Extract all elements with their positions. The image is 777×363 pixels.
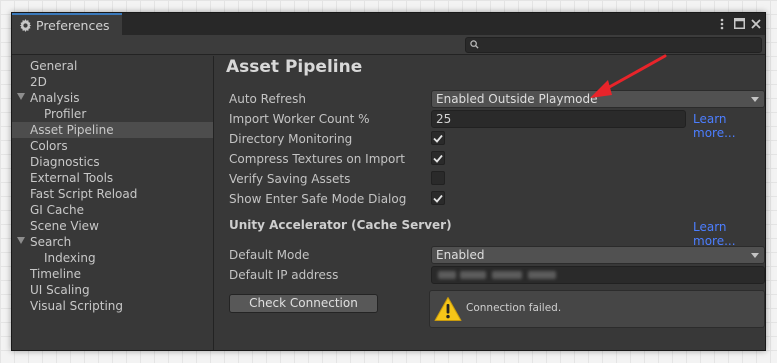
sidebar-item-label: Colors (30, 139, 68, 153)
sidebar-item-profiler[interactable]: Profiler (12, 106, 213, 122)
default-mode-label: Default Mode (229, 248, 310, 262)
safe-mode-dialog-checkbox[interactable] (431, 191, 445, 205)
redacted-text (438, 271, 456, 279)
warning-icon (434, 296, 462, 322)
compress-textures-checkbox[interactable] (431, 151, 445, 165)
sidebar-item-timeline[interactable]: Timeline (12, 266, 213, 282)
auto-refresh-dropdown[interactable]: Enabled Outside Playmode (431, 90, 765, 108)
search-input[interactable] (465, 37, 762, 53)
sidebar-item-label: Analysis (30, 91, 80, 105)
menu-dots-icon[interactable] (716, 17, 728, 30)
import-worker-label: Import Worker Count % (229, 112, 370, 126)
sidebar-item-colors[interactable]: Colors (12, 138, 213, 154)
settings-panel: Asset Pipeline Auto Refresh Enabled Outs… (215, 56, 765, 350)
directory-monitoring-checkbox[interactable] (431, 131, 445, 145)
sidebar-item-label: General (30, 59, 78, 73)
checkmark-icon (433, 154, 443, 163)
sidebar-item-fast-script-reload[interactable]: Fast Script Reload (12, 186, 213, 202)
preferences-window: Preferences General 2D Analysis Profiler… (11, 12, 766, 351)
redacted-text (492, 271, 522, 279)
sidebar-item-label: UI Scaling (30, 283, 90, 297)
directory-monitoring-label: Directory Monitoring (229, 132, 353, 146)
safe-mode-dialog-label: Show Enter Safe Mode Dialog (229, 192, 407, 206)
checkmark-icon (433, 194, 443, 203)
tab-label: Preferences (36, 17, 110, 33)
checkmark-icon (433, 134, 443, 143)
sidebar-item-scene-view[interactable]: Scene View (12, 218, 213, 234)
accelerator-learn-more-link[interactable]: Learn more... (693, 220, 765, 248)
gear-icon (19, 18, 32, 32)
search-icon (470, 38, 479, 52)
sidebar-item-asset-pipeline[interactable]: Asset Pipeline (12, 122, 213, 138)
import-worker-value: 25 (436, 112, 452, 126)
default-ip-label: Default IP address (229, 268, 339, 282)
sidebar-item-label: Search (30, 235, 72, 249)
sidebar-item-external-tools[interactable]: External Tools (12, 170, 213, 186)
verify-saving-label: Verify Saving Assets (229, 172, 351, 186)
expand-arrow-icon[interactable] (17, 93, 25, 100)
sidebar-item-label: 2D (30, 75, 47, 89)
redacted-text (528, 271, 556, 279)
chevron-down-icon (751, 97, 759, 102)
learn-more-link[interactable]: Learn more... (693, 112, 765, 140)
default-mode-dropdown[interactable]: Enabled (431, 246, 765, 264)
sidebar-item-label: Timeline (30, 267, 82, 281)
status-helpbox: Connection failed. (429, 290, 765, 328)
sidebar-item-label: Asset Pipeline (30, 123, 114, 137)
sidebar-item-diagnostics[interactable]: Diagnostics (12, 154, 213, 170)
sidebar-item-2d[interactable]: 2D (12, 74, 213, 90)
sidebar-item-label: GI Cache (30, 203, 84, 217)
compress-textures-label: Compress Textures on Import (229, 152, 405, 166)
window-buttons (716, 17, 762, 30)
sidebar-item-label: Fast Script Reload (30, 187, 138, 201)
toolbar (12, 35, 765, 55)
import-worker-field[interactable]: 25 (431, 110, 686, 128)
default-ip-field[interactable] (431, 266, 765, 284)
verify-saving-checkbox[interactable] (431, 171, 445, 185)
redacted-text (460, 271, 486, 279)
expand-arrow-icon[interactable] (17, 237, 25, 244)
chevron-down-icon (751, 253, 759, 258)
sidebar-item-label: Diagnostics (30, 155, 100, 169)
sidebar-item-label: Profiler (44, 107, 87, 121)
maximize-icon[interactable] (733, 17, 745, 30)
sidebar-item-indexing[interactable]: Indexing (12, 250, 213, 266)
sidebar-item-search[interactable]: Search (12, 234, 213, 250)
sidebar-item-analysis[interactable]: Analysis (12, 90, 213, 106)
close-icon[interactable] (750, 17, 762, 30)
check-connection-button[interactable]: Check Connection (229, 294, 378, 313)
sidebar-item-visual-scripting[interactable]: Visual Scripting (12, 298, 213, 314)
tab-bar: Preferences (12, 13, 765, 35)
default-mode-value: Enabled (436, 248, 485, 262)
sidebar-item-ui-scaling[interactable]: UI Scaling (12, 282, 213, 298)
accelerator-section-header: Unity Accelerator (Cache Server) (229, 218, 452, 232)
auto-refresh-label: Auto Refresh (229, 92, 306, 106)
page-title: Asset Pipeline (226, 57, 363, 77)
sidebar: General 2D Analysis Profiler Asset Pipel… (12, 56, 214, 350)
tab-preferences[interactable]: Preferences (12, 13, 122, 35)
sidebar-item-label: Scene View (30, 219, 99, 233)
auto-refresh-value: Enabled Outside Playmode (436, 92, 598, 106)
sidebar-item-general[interactable]: General (12, 58, 213, 74)
status-message: Connection failed. (466, 302, 562, 314)
sidebar-item-label: External Tools (30, 171, 114, 185)
sidebar-item-gi-cache[interactable]: GI Cache (12, 202, 213, 218)
sidebar-item-label: Indexing (44, 251, 96, 265)
sidebar-item-label: Visual Scripting (30, 299, 123, 313)
